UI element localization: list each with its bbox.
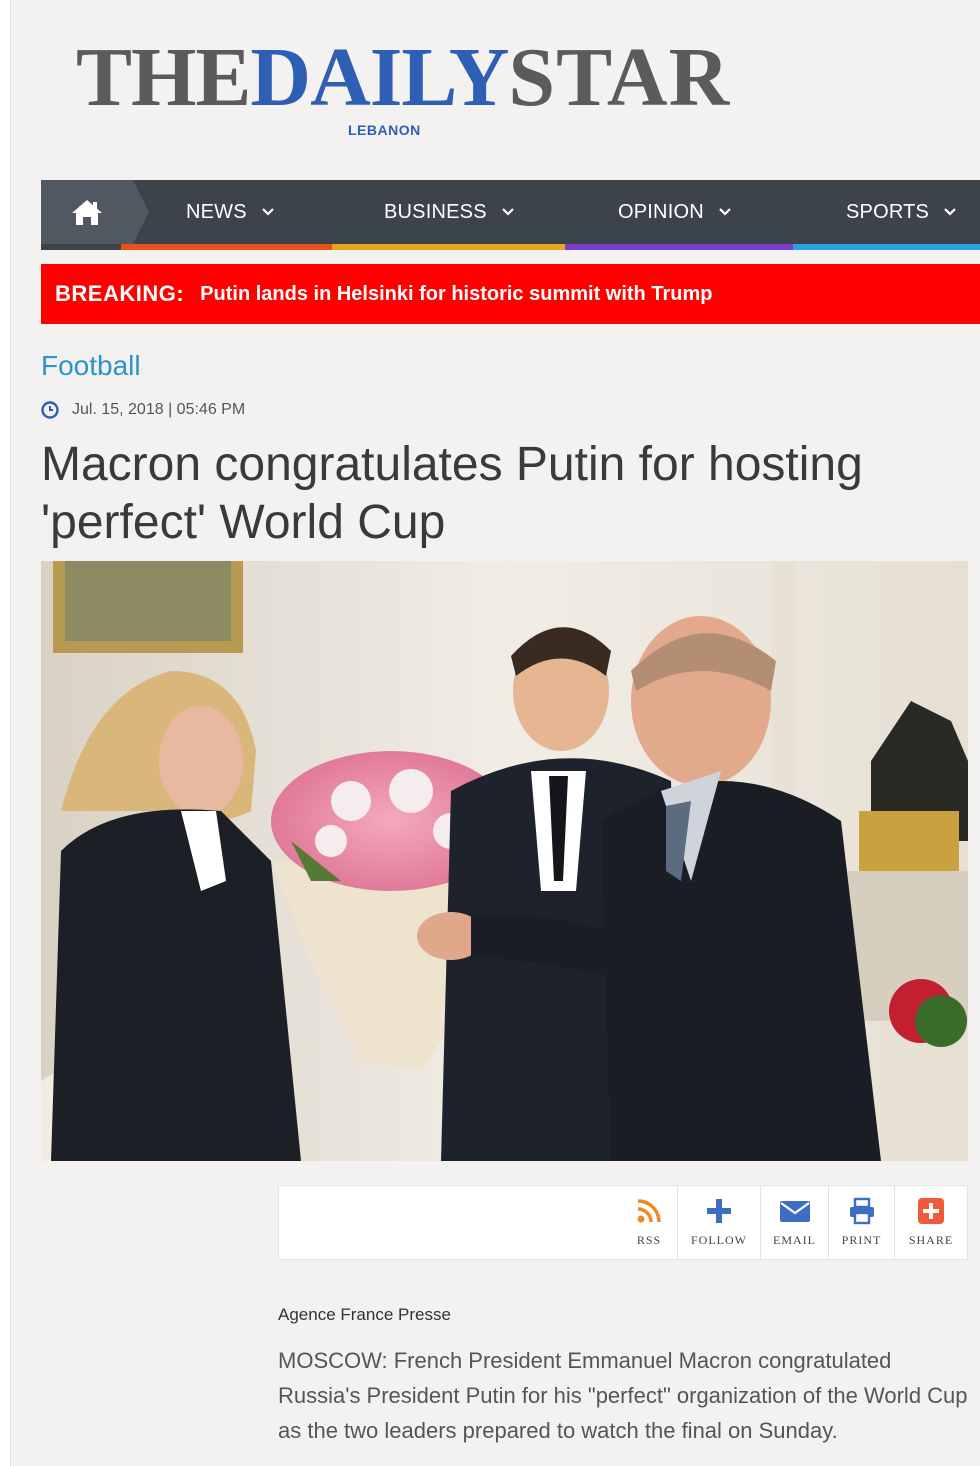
article-date: Jul. 15, 2018 | 05:46 PM xyxy=(72,401,246,418)
nav-stripe-opinion xyxy=(565,244,793,250)
share-plus-icon xyxy=(918,1198,944,1224)
article-lede: MOSCOW: French President Emmanuel Macron… xyxy=(278,1348,968,1443)
article-byline: Agence France Presse xyxy=(278,1305,451,1324)
nav-stripe-sports xyxy=(793,244,980,250)
nav-item-label: OPINION xyxy=(618,200,704,223)
nav-item-label: SPORTS xyxy=(846,200,930,223)
envelope-icon xyxy=(779,1201,810,1222)
page-left-border xyxy=(0,0,11,1466)
plus-icon xyxy=(707,1199,731,1223)
rss-icon xyxy=(637,1199,661,1223)
nav-item-opinion[interactable]: OPINION xyxy=(618,180,732,244)
chevron-down-icon xyxy=(501,208,514,216)
print-button[interactable]: PRINT xyxy=(828,1186,894,1259)
nav-home-button[interactable] xyxy=(41,180,133,244)
site-logo[interactable]: THEDAILYSTAR LEBANON xyxy=(76,36,729,146)
article-dateline: Jul. 15, 2018 | 05:46 PM xyxy=(41,399,245,421)
nav-stripe-news xyxy=(121,244,332,250)
chevron-down-icon xyxy=(944,208,956,216)
breaking-headline-link[interactable]: Putin lands in Helsinki for historic sum… xyxy=(200,283,712,306)
nav-home-arrow xyxy=(133,180,149,244)
email-label: EMAIL xyxy=(773,1233,816,1247)
follow-button[interactable]: FOLLOW xyxy=(677,1186,760,1259)
print-label: PRINT xyxy=(841,1233,882,1247)
logo-wordmark: THEDAILYSTAR xyxy=(76,36,730,120)
logo-the: THE xyxy=(76,31,251,124)
breaking-label: BREAKING: xyxy=(55,281,185,306)
main-nav: NEWS BUSINESS OPINION SPORTS xyxy=(41,180,980,250)
logo-star: STAR xyxy=(508,31,731,124)
nav-item-business[interactable]: BUSINESS xyxy=(384,180,515,244)
section-link[interactable]: Football xyxy=(41,350,141,382)
nav-item-label: BUSINESS xyxy=(384,200,487,223)
article-photo[interactable] xyxy=(41,561,968,1161)
clock-icon xyxy=(41,401,59,419)
share-label: SHARE xyxy=(908,1233,954,1247)
rss-button[interactable]: RSS xyxy=(621,1186,677,1259)
logo-subtitle: LEBANON xyxy=(348,122,421,138)
share-toolbar: RSS FOLLOW EMAIL PRINT SHARE xyxy=(278,1185,968,1260)
nav-stripe-business xyxy=(332,244,565,250)
share-button[interactable]: SHARE xyxy=(894,1186,967,1259)
follow-label: FOLLOW xyxy=(691,1233,747,1247)
chevron-down-icon xyxy=(262,208,274,216)
nav-item-sports[interactable]: SPORTS xyxy=(846,180,957,244)
printer-icon xyxy=(849,1197,874,1225)
nav-item-news[interactable]: NEWS xyxy=(186,180,275,244)
logo-daily: DAILY xyxy=(250,31,509,124)
article-headline: Macron congratulates Putin for hosting '… xyxy=(41,438,863,549)
email-button[interactable]: EMAIL xyxy=(760,1186,828,1259)
photo-illustration xyxy=(41,561,968,1161)
nav-item-label: NEWS xyxy=(186,200,247,223)
chevron-down-icon xyxy=(719,208,731,216)
home-icon xyxy=(72,200,102,225)
rss-label: RSS xyxy=(636,1233,662,1247)
breaking-news-bar[interactable]: BREAKING: Putin lands in Helsinki for hi… xyxy=(41,264,980,324)
